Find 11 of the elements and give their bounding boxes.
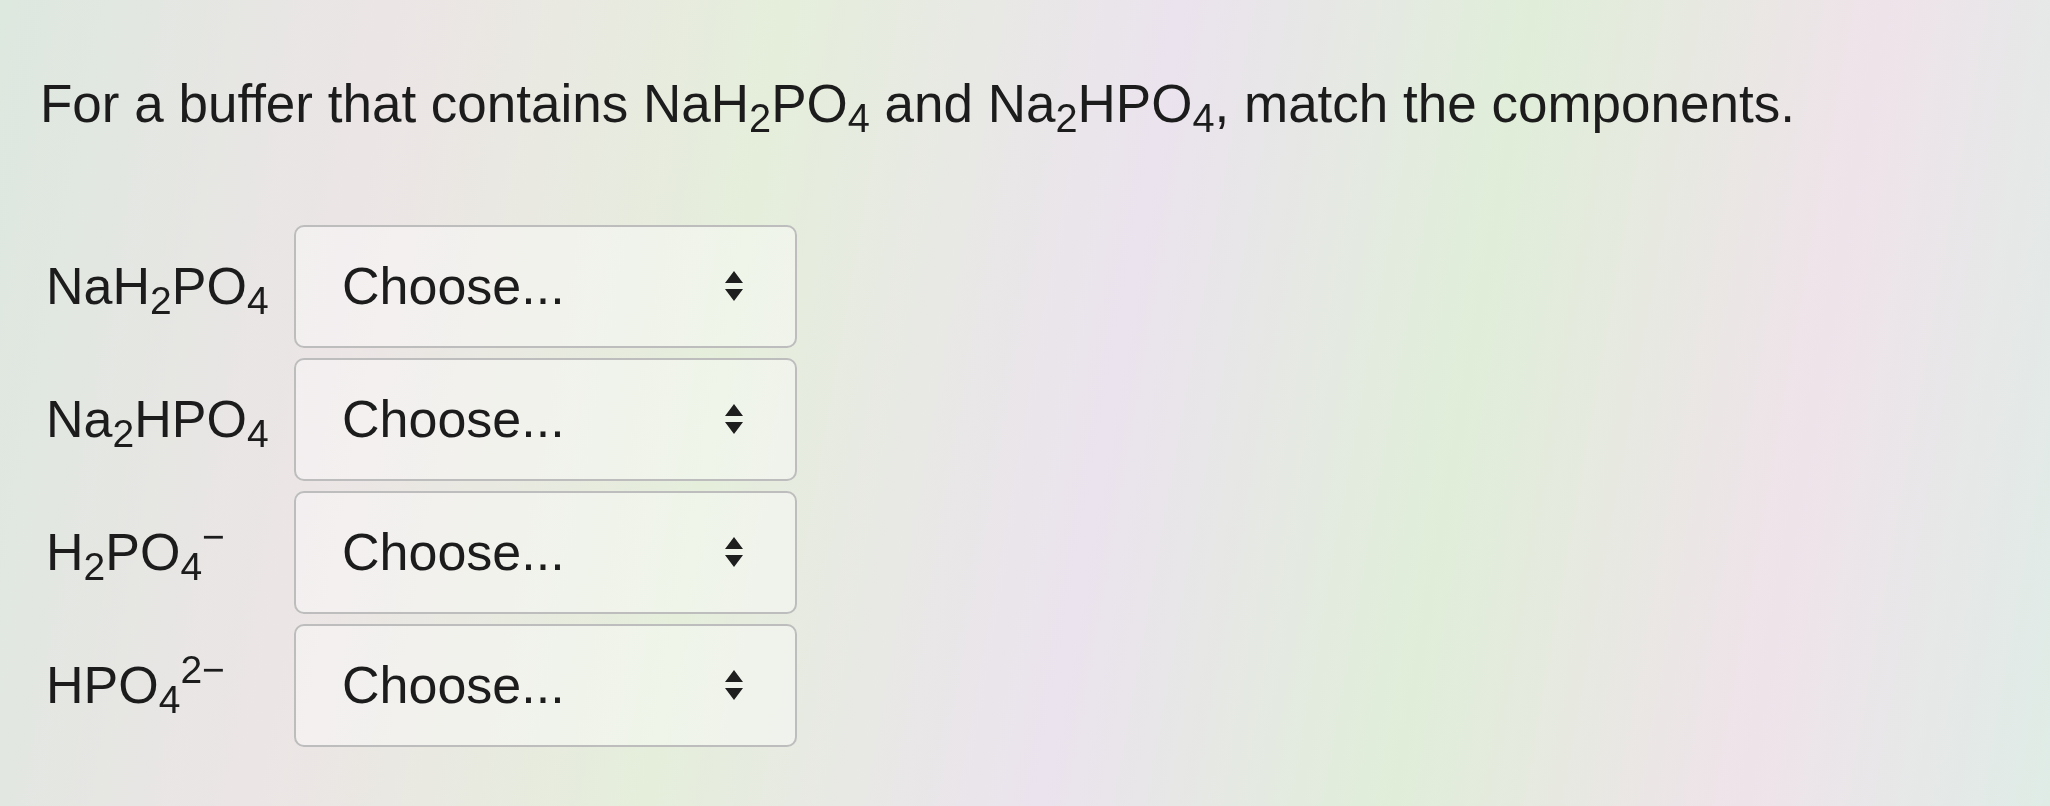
choose-dropdown[interactable]: Choose... <box>294 224 797 348</box>
up-down-arrows-icon <box>725 537 743 568</box>
choose-dropdown[interactable]: Choose... <box>294 623 797 747</box>
choose-dropdown[interactable]: Choose... <box>294 357 797 481</box>
formula-label: NaH$_{2}$PO$_{4}$ <box>46 255 269 318</box>
up-down-arrows-icon <box>725 670 743 701</box>
up-down-arrows-icon <box>725 404 743 435</box>
up-down-arrows-icon <box>725 271 743 302</box>
formula-label: Na$_{2}$HPO$_{4}$ <box>46 388 269 451</box>
choose-dropdown[interactable]: Choose... <box>294 490 797 614</box>
question-text: For a buffer that contains NaH$_{2}$PO$_{4}$ and Na$_{2}$HPO$_{4}$, match the components. <box>40 73 1795 136</box>
